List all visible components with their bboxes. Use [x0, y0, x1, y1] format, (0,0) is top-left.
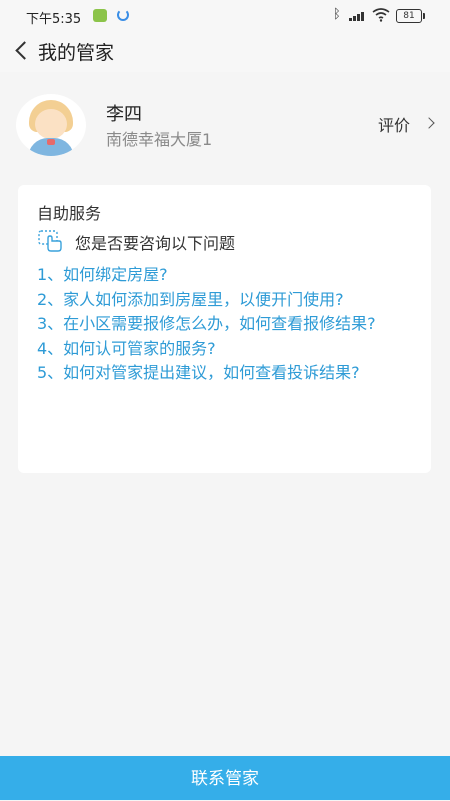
- download-icon: [93, 9, 107, 22]
- battery-icon: 81: [396, 9, 425, 23]
- rate-button[interactable]: 评价: [378, 112, 410, 136]
- faq-item-2[interactable]: 2、家人如何添加到房屋里，以便开门使用?: [37, 288, 415, 313]
- butler-address: 南德幸福大厦1: [106, 130, 213, 149]
- hand-pointer-icon: [38, 230, 62, 252]
- wifi-icon: [372, 8, 390, 22]
- card-title: 自助服务: [37, 204, 102, 223]
- contact-butler-button[interactable]: 联系管家: [0, 756, 450, 800]
- chevron-right-icon[interactable]: [423, 117, 435, 129]
- bluetooth-icon: ᛒ: [333, 7, 341, 22]
- status-time: 下午5:35: [26, 12, 82, 27]
- faq-item-1[interactable]: 1、如何绑定房屋?: [37, 263, 415, 288]
- signal-icon: [349, 10, 367, 21]
- faq-list: 1、如何绑定房屋? 2、家人如何添加到房屋里，以便开门使用? 3、在小区需要报修…: [37, 263, 415, 386]
- butler-profile: 李四 南德幸福大厦1 评价: [0, 72, 450, 180]
- status-bar: 下午5:35 ᛒ 81: [0, 0, 450, 32]
- avatar: [16, 94, 86, 156]
- self-service-card: 自助服务 您是否要咨询以下问题 1、如何绑定房屋? 2、家人如何添加到房屋里，以…: [18, 185, 431, 473]
- card-prompt: 您是否要咨询以下问题: [75, 234, 236, 253]
- page-title: 我的管家: [38, 42, 115, 64]
- sync-icon: [117, 9, 129, 21]
- faq-item-5[interactable]: 5、如何对管家提出建议，如何查看投诉结果?: [37, 361, 415, 386]
- nav-bar: 我的管家: [0, 32, 450, 72]
- butler-name: 李四: [106, 104, 142, 125]
- faq-item-3[interactable]: 3、在小区需要报修怎么办，如何查看报修结果?: [37, 312, 415, 337]
- faq-item-4[interactable]: 4、如何认可管家的服务?: [37, 337, 415, 362]
- back-icon[interactable]: [15, 41, 34, 60]
